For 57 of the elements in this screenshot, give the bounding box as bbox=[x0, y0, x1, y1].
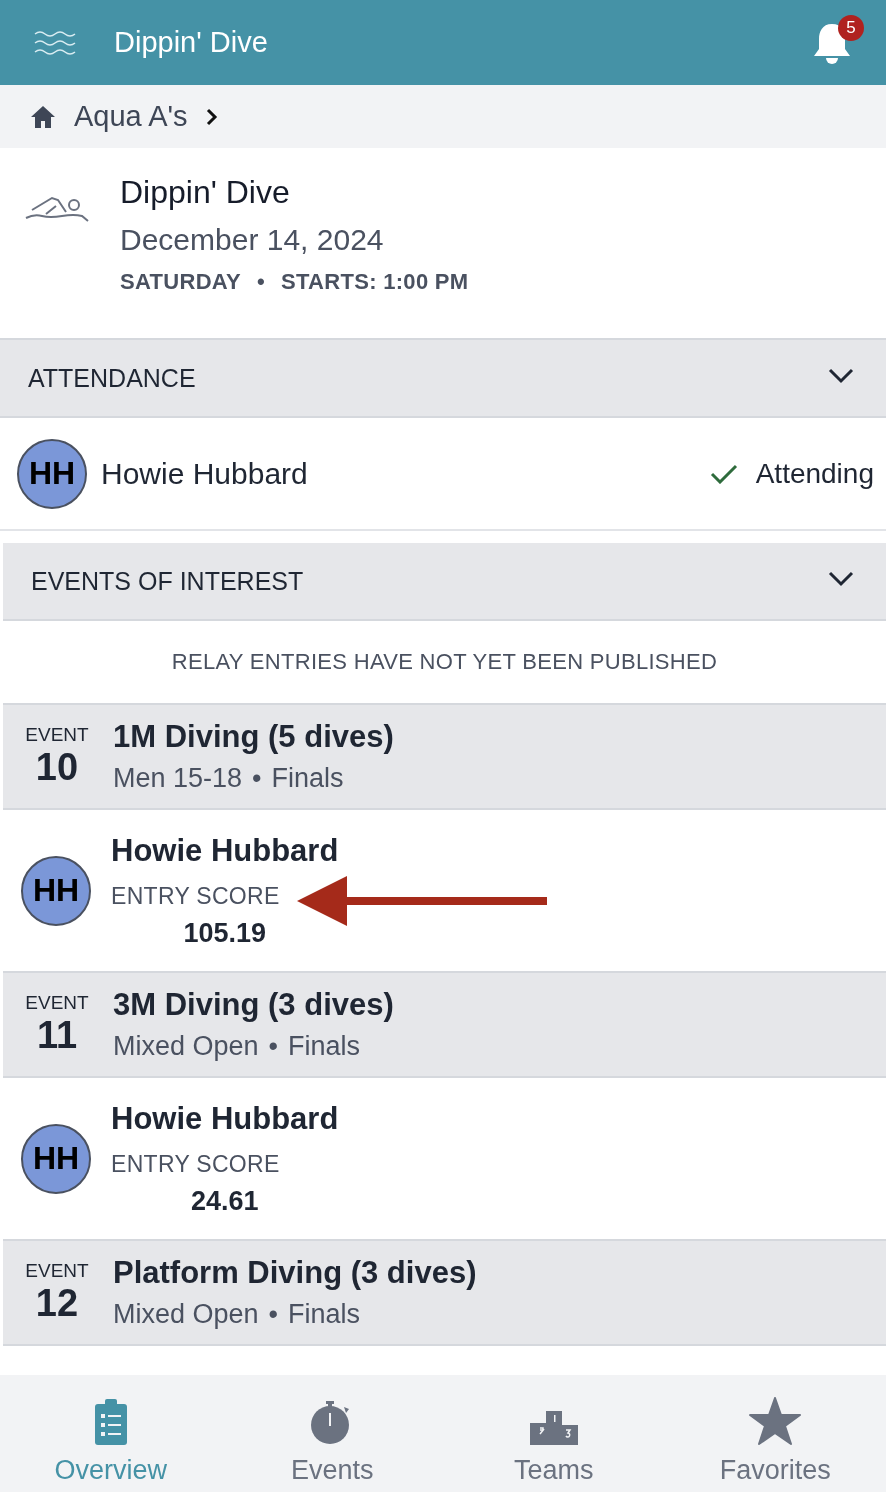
event-round: Finals bbox=[288, 1299, 361, 1330]
section-title: ATTENDANCE bbox=[28, 363, 196, 393]
chevron-down-icon[interactable] bbox=[828, 368, 854, 384]
event-label: EVENT bbox=[25, 724, 89, 746]
event-round: Finals bbox=[271, 763, 344, 794]
tab[interactable]: Favorites bbox=[664, 1375, 886, 1492]
relay-notice: RELAY ENTRIES HAVE NOT YET BEEN PUBLISHED bbox=[171, 649, 718, 675]
event-name: 1M Diving (5 dives) bbox=[113, 719, 394, 755]
waves-icon[interactable] bbox=[34, 29, 76, 56]
athlete-name: Howie Hubbard bbox=[101, 456, 308, 491]
section-header[interactable]: ATTENDANCE bbox=[0, 340, 886, 418]
app-title: Dippin' Dive bbox=[114, 26, 268, 59]
notification-badge: 5 bbox=[838, 14, 864, 41]
home-icon[interactable] bbox=[30, 104, 56, 129]
separator-dot: • bbox=[268, 1031, 279, 1062]
event-header[interactable]: EVENT 11 3M Diving (3 dives) Mixed Open • Finals bbox=[3, 971, 886, 1078]
avatar: HH bbox=[21, 1123, 91, 1194]
age-group: Mixed Open bbox=[113, 1031, 259, 1062]
meet-name: Dippin' Dive bbox=[120, 174, 291, 211]
clipboard-icon bbox=[94, 1399, 127, 1445]
start-time: STARTS: 1:00 PM bbox=[281, 269, 469, 295]
breadcrumb-link[interactable]: Aqua A's bbox=[74, 100, 188, 133]
separator-dot: • bbox=[257, 269, 265, 295]
podium-icon bbox=[529, 1411, 578, 1445]
separator-dot: • bbox=[268, 1299, 279, 1330]
age-group: Men 15-18 bbox=[113, 763, 243, 794]
entry-score-label: ENTRY SCORE bbox=[111, 1150, 281, 1178]
avatar: HH bbox=[17, 438, 87, 509]
event-label: EVENT bbox=[25, 992, 89, 1014]
tab[interactable]: Teams bbox=[443, 1375, 665, 1492]
age-group: Mixed Open bbox=[113, 1299, 259, 1330]
event-label: EVENT bbox=[25, 1260, 89, 1282]
event-number: 11 bbox=[36, 1014, 78, 1057]
athlete-name: Howie Hubbard bbox=[111, 832, 339, 869]
meet-date: December 14, 2024 bbox=[120, 223, 385, 257]
event-name: 3M Diving (3 dives) bbox=[113, 987, 394, 1023]
star-icon bbox=[749, 1397, 802, 1445]
entry-score: 105.19 bbox=[183, 917, 266, 949]
entry-score: 24.61 bbox=[190, 1185, 259, 1217]
event-round: Finals bbox=[288, 1031, 361, 1062]
avatar: HH bbox=[21, 855, 91, 926]
chevron-down-icon[interactable] bbox=[828, 571, 854, 587]
tab[interactable]: Events bbox=[221, 1375, 443, 1492]
event-number: 12 bbox=[35, 1282, 79, 1325]
event-header[interactable]: EVENT 10 1M Diving (5 dives) Men 15-18 • Finals bbox=[3, 703, 886, 810]
attendance-status: Attending bbox=[755, 457, 874, 490]
separator-dot: • bbox=[252, 763, 262, 794]
event-header[interactable]: EVENT 12 Platform Diving (3 dives) Mixed Open • Finals bbox=[3, 1239, 886, 1346]
section-title: EVENTS OF INTEREST bbox=[31, 566, 304, 596]
section-header[interactable]: EVENTS OF INTEREST bbox=[3, 543, 886, 621]
chevron-right-icon bbox=[205, 107, 218, 126]
meet-day: SATURDAY bbox=[120, 269, 241, 295]
athlete-name: Howie Hubbard bbox=[111, 1100, 339, 1137]
entry-score-label: ENTRY SCORE bbox=[111, 882, 281, 910]
checkmark-icon bbox=[709, 463, 738, 484]
event-number: 10 bbox=[35, 746, 79, 789]
event-name: Platform Diving (3 dives) bbox=[113, 1255, 477, 1291]
